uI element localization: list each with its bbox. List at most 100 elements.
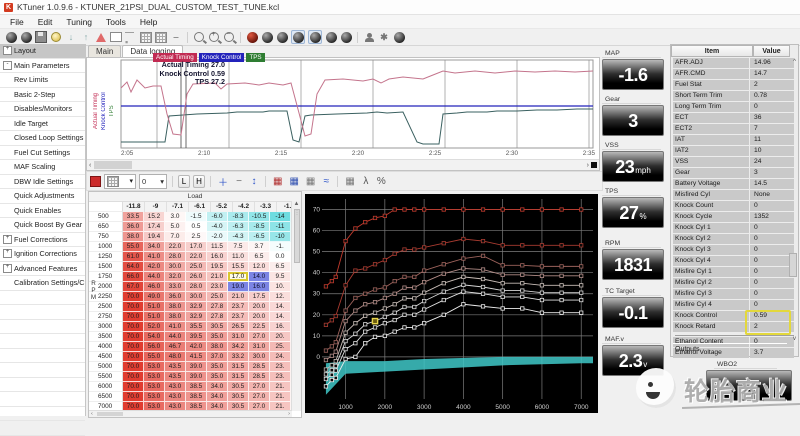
table-cell[interactable]: 36.0 — [165, 292, 186, 302]
table-cell[interactable]: 41.0 — [144, 252, 165, 262]
table-cell[interactable]: 53.0 — [144, 392, 165, 402]
interpolate-button[interactable]: ↕ — [248, 175, 260, 188]
save-icon[interactable] — [35, 31, 47, 43]
table-cell[interactable]: 37.0 — [207, 352, 228, 362]
table-cell[interactable]: 17.5 — [249, 292, 270, 302]
table-cell[interactable]: 36.0 — [123, 222, 144, 232]
monitor-row[interactable]: Knock Cyl 20 — [671, 234, 798, 244]
table-cell[interactable]: 70.0 — [123, 312, 144, 322]
table-cell[interactable]: 55.0 — [123, 242, 144, 252]
table-cell[interactable]: 17.0 — [186, 242, 207, 252]
high-button[interactable]: H — [193, 174, 205, 188]
sidebar-item-quick-enables[interactable]: Quick Enables — [0, 204, 85, 218]
table-cell[interactable]: 25.0 — [186, 262, 207, 272]
stop-icon[interactable] — [591, 162, 597, 168]
sidebar-item-dbw-idle-settings[interactable]: DBW Idle Settings — [0, 175, 85, 189]
table-cell[interactable]: -4.0 — [207, 222, 228, 232]
table-cell[interactable]: 30.5 — [207, 322, 228, 332]
table-cell[interactable]: 3.0 — [165, 212, 186, 222]
col-header[interactable]: -5.2 — [211, 202, 233, 212]
table-cell[interactable]: 26.0 — [186, 272, 207, 282]
table-cell[interactable]: 67.0 — [123, 282, 144, 292]
sidebar-item-calibration-settings-c[interactable]: Calibration Settings/C — [0, 276, 85, 291]
table-vscrollbar[interactable]: ▲ ⋮ — [291, 201, 301, 411]
table-cell[interactable]: 43.5 — [165, 362, 186, 372]
zoom-in-icon[interactable]: + — [208, 31, 220, 43]
table-cell[interactable]: -8.3 — [228, 212, 249, 222]
table-cell[interactable]: 30.5 — [228, 392, 249, 402]
table-cell[interactable]: 25.0 — [207, 292, 228, 302]
increase-button[interactable]: ＋ — [216, 175, 230, 189]
table-cell[interactable]: 15.2 — [144, 212, 165, 222]
decrease-button[interactable]: − — [233, 175, 245, 188]
table-cell[interactable]: 28.0 — [186, 282, 207, 292]
table-cell[interactable]: 38.0 — [207, 342, 228, 352]
table-cell[interactable]: -6.0 — [207, 212, 228, 222]
table-cell[interactable]: -8.5 — [249, 222, 270, 232]
table-cell[interactable]: 51.0 — [144, 312, 165, 322]
monitor-row[interactable]: Misfire Cyl 40 — [671, 300, 798, 310]
table-cell[interactable]: 30.0 — [165, 262, 186, 272]
table-cell[interactable]: 53.0 — [144, 372, 165, 382]
table-cell[interactable]: 44.0 — [144, 272, 165, 282]
gauge-view-4-icon[interactable] — [308, 30, 322, 44]
col-header[interactable]: -3.3 — [255, 202, 277, 212]
table-cell[interactable]: 66.0 — [123, 272, 144, 282]
table-cell[interactable]: 70.0 — [123, 372, 144, 382]
table-cell[interactable]: 23.0 — [207, 282, 228, 292]
monitor-scroll-up-icon[interactable]: ^ — [793, 59, 796, 65]
zoom-out-icon[interactable]: − — [223, 31, 235, 43]
monitor-row[interactable]: AFR.ADJ 14.96 — [671, 58, 798, 68]
sidebar-item-closed-loop-settings[interactable]: Closed Loop Settings — [0, 131, 85, 146]
sidebar-item-maf-scaling[interactable]: MAF Scaling — [0, 160, 85, 175]
legend-chip-tps[interactable]: TPS — [246, 53, 265, 62]
value-spinner[interactable]: 0 ▾ — [139, 173, 167, 189]
table-cell[interactable]: 3.7 — [249, 242, 270, 252]
table-cell[interactable]: 22.0 — [165, 242, 186, 252]
gauge-view-1-icon[interactable] — [261, 31, 273, 43]
table-cell[interactable]: 27.0 — [249, 332, 270, 342]
sidebar-item-idle-target[interactable]: Idle Target — [0, 117, 85, 131]
monitor-row[interactable]: IAT 11 — [671, 135, 798, 145]
table-cell[interactable]: -6.3 — [228, 222, 249, 232]
monitor-row[interactable]: Gear 3 — [671, 168, 798, 178]
table-cell[interactable]: 9.5 — [270, 272, 291, 282]
smooth-wave-button[interactable]: ≈ — [320, 175, 332, 188]
datalog-save-icon[interactable] — [140, 31, 152, 43]
table-cell[interactable]: 31.0 — [249, 342, 270, 352]
table-cell[interactable]: 23. — [270, 362, 291, 372]
table-cell[interactable]: 70.0 — [123, 342, 144, 352]
table-cell[interactable]: 14. — [270, 302, 291, 312]
table-cell[interactable]: 12.0 — [249, 262, 270, 272]
table-cell[interactable]: 70.0 — [123, 332, 144, 342]
monitor-row[interactable]: Misfire Cyl 20 — [671, 278, 798, 288]
table-cell[interactable]: 33.2 — [228, 352, 249, 362]
table-cell[interactable]: 19.5 — [207, 262, 228, 272]
table-cell[interactable]: 39.0 — [186, 372, 207, 382]
monitor-row[interactable]: VSS 24 — [671, 157, 798, 167]
expander-icon[interactable]: + — [3, 234, 12, 244]
table-cell[interactable]: 33.0 — [165, 282, 186, 292]
table-cell[interactable]: 38.0 — [165, 302, 186, 312]
table-cell[interactable]: 17.0 — [228, 272, 249, 282]
table-cell[interactable]: 31.0 — [228, 332, 249, 342]
table-cell[interactable]: 14. — [270, 312, 291, 322]
table-cell[interactable]: 20.0 — [249, 312, 270, 322]
table-cell[interactable]: 28.5 — [249, 372, 270, 382]
table-cell[interactable]: 21.0 — [207, 272, 228, 282]
table-cell[interactable]: 15.5 — [228, 262, 249, 272]
monitor-row[interactable]: Short Term Trim 0.78 — [671, 91, 798, 101]
settings-gear-icon[interactable]: ✱ — [378, 31, 390, 43]
sidebar-item-ignition-corrections[interactable]: + Ignition Corrections — [0, 247, 85, 262]
menu-file[interactable]: File — [4, 16, 30, 28]
refresh-sphere-icon[interactable] — [20, 31, 32, 43]
gauge-view-7-icon[interactable] — [393, 31, 405, 43]
table-cell[interactable]: 12. — [270, 292, 291, 302]
percent-view-button[interactable]: % — [375, 175, 388, 188]
datalog-connector-icon[interactable]: —▪ — [125, 27, 137, 47]
graph-scrollbar[interactable]: ‹ › — [87, 159, 599, 170]
table-cell[interactable]: 5.0 — [165, 222, 186, 232]
table-cell[interactable]: 14.0 — [249, 272, 270, 282]
monitor-row[interactable]: AFR.CMD 14.7 — [671, 69, 798, 79]
table-cell[interactable]: 16. — [270, 322, 291, 332]
